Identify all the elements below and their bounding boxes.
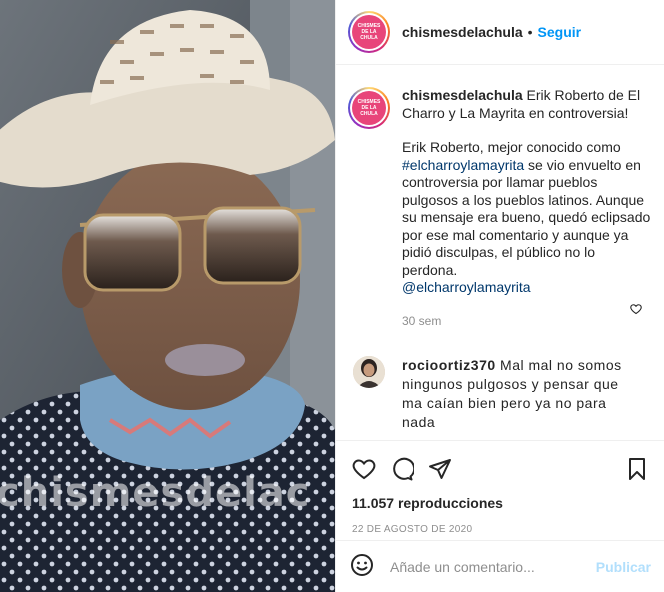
hashtag-link[interactable]: #elcharroylamayrita — [402, 157, 524, 173]
comment-bubble-icon[interactable] — [390, 457, 416, 484]
follow-button[interactable]: Seguir — [538, 24, 582, 40]
bookmark-icon[interactable] — [625, 457, 649, 484]
commenter-avatar[interactable] — [353, 356, 385, 388]
comment-input[interactable] — [390, 558, 596, 575]
mention-link[interactable]: @elcharroylamayrita — [402, 279, 531, 295]
caption-username[interactable]: chismesdelachula — [402, 87, 523, 103]
post-side-panel: CHISMES DE LA CHULA chismesdelachula • S… — [335, 0, 664, 592]
comment-composer: Publicar — [336, 540, 664, 592]
separator-dot: • — [527, 24, 533, 40]
share-paper-plane-icon[interactable] — [428, 457, 452, 484]
post-actions: 11.057 reproducciones 22 DE AGOSTO DE 20… — [336, 440, 664, 535]
author-username[interactable]: chismesdelachula — [402, 24, 523, 40]
comment-item: rocioortiz370 Mal mal no somos ningunos … — [336, 330, 664, 432]
commenter-photo — [353, 356, 385, 388]
caption-body: Erik Roberto, mejor conocido como #elcha… — [402, 139, 651, 295]
avatar-logo: CHISMES DE LA CHULA — [352, 91, 386, 125]
video-watermark: chismesdelac — [0, 470, 311, 516]
caption: CHISMES DE LA CHULA chismesdelachula Eri… — [336, 65, 664, 330]
caption-avatar[interactable]: CHISMES DE LA CHULA — [348, 87, 390, 129]
author-avatar[interactable]: CHISMES DE LA CHULA — [348, 11, 390, 53]
caption-text: chismesdelachula Erik Roberto de El Char… — [402, 87, 652, 330]
like-heart-icon[interactable] — [352, 457, 376, 484]
post-date: 22 DE AGOSTO DE 2020 — [352, 524, 473, 535]
caption-age: 30 sem — [402, 313, 442, 328]
comment-text: rocioortiz370 Mal mal no somos ningunos … — [402, 356, 632, 432]
video-player[interactable]: chismesdelac — [0, 0, 335, 592]
comments-scroll-area[interactable]: CHISMES DE LA CHULA chismesdelachula Eri… — [336, 65, 664, 439]
post-header: CHISMES DE LA CHULA chismesdelachula • S… — [336, 0, 664, 65]
like-comment-heart-icon[interactable] — [630, 302, 642, 318]
commenter-username[interactable]: rocioortiz370 — [402, 357, 496, 373]
instagram-post: chismesdelac CHISMES DE LA CHULA chismes… — [0, 0, 664, 592]
publish-button[interactable]: Publicar — [596, 559, 651, 575]
action-bar — [336, 441, 664, 485]
view-count[interactable]: 11.057 reproducciones — [336, 485, 664, 511]
avatar-logo: CHISMES DE LA CHULA — [352, 15, 386, 49]
emoji-smiley-icon[interactable] — [350, 553, 374, 580]
